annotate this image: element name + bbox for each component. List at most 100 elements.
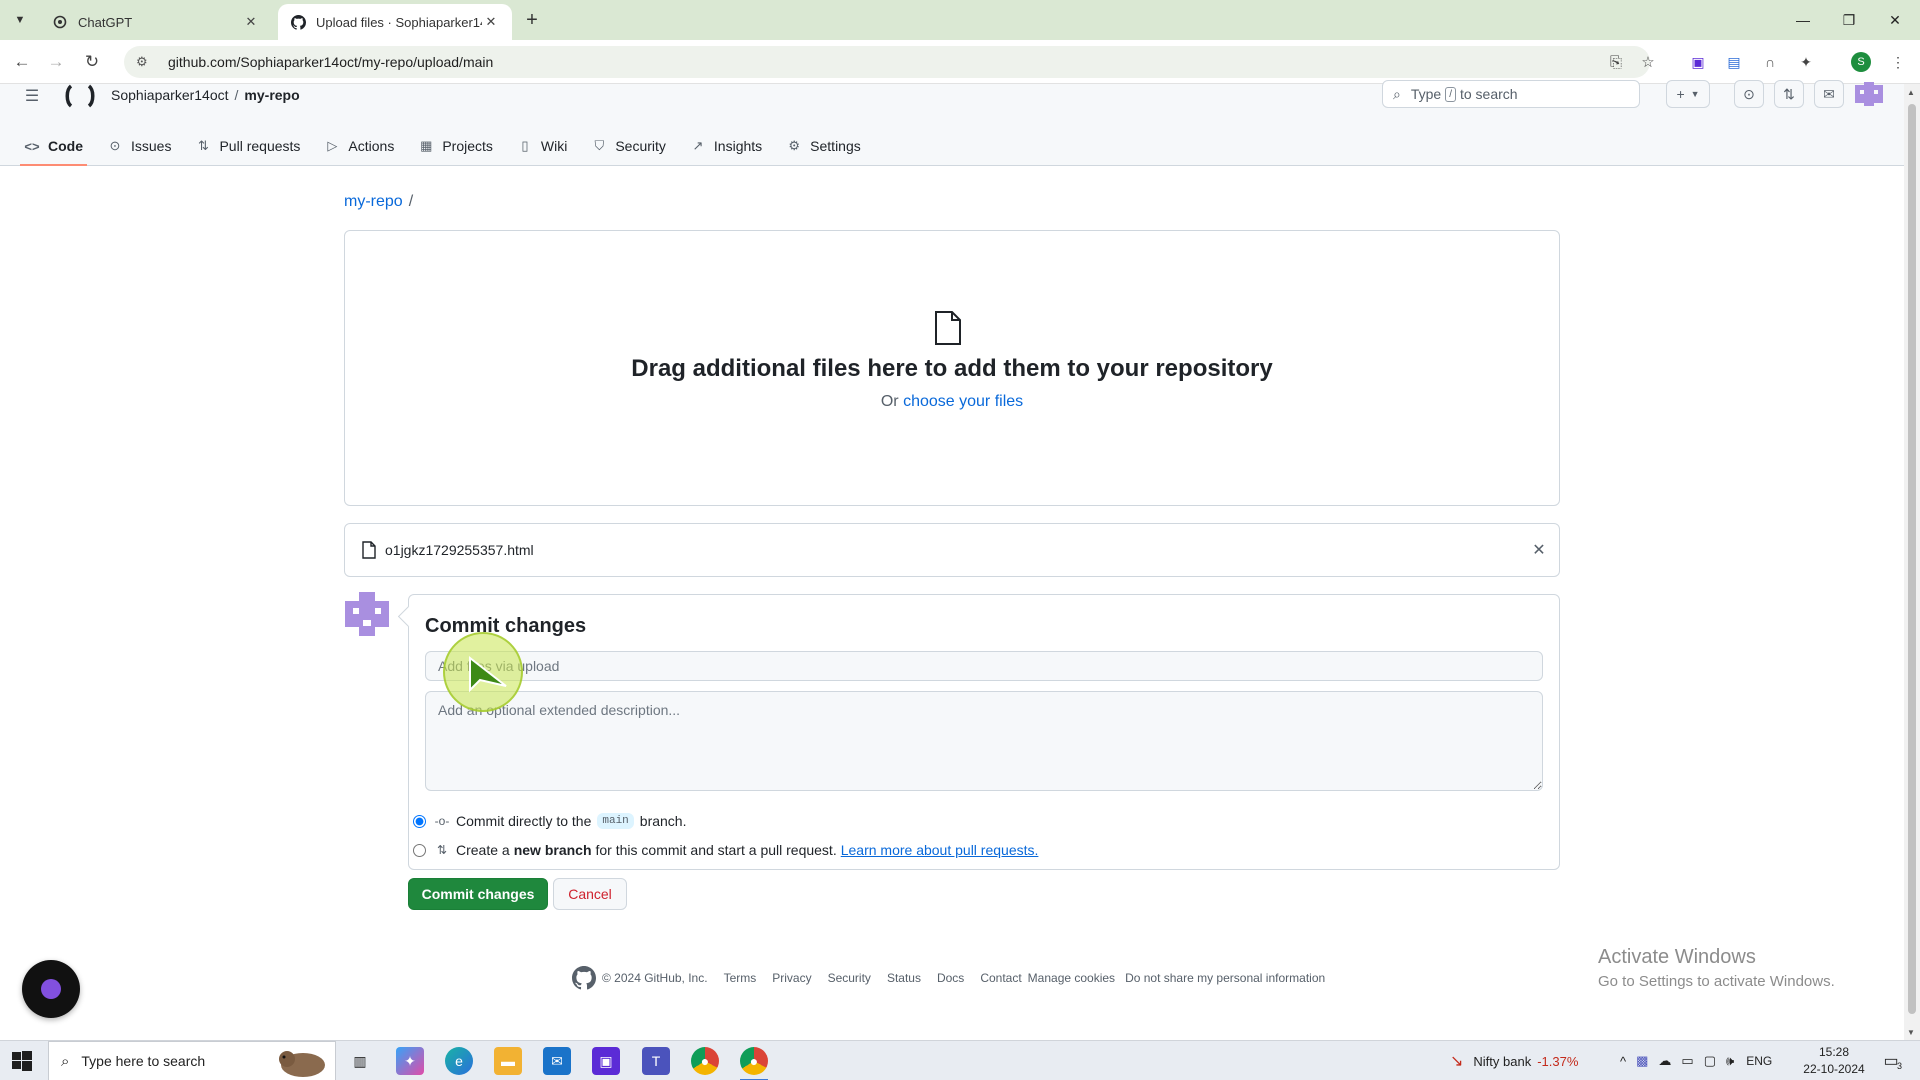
edge-browser-icon[interactable]: e: [445, 1047, 473, 1075]
hamburger-menu-icon[interactable]: ☰: [20, 86, 44, 106]
tab-settings[interactable]: ⚙ Settings: [774, 126, 873, 166]
committer-avatar: [345, 592, 389, 636]
github-search-input[interactable]: ⌕ Type / to search: [1382, 80, 1640, 108]
commit-direct-option[interactable]: -o- Commit directly to the main branch.: [413, 811, 686, 831]
commit-description-textarea[interactable]: [425, 691, 1543, 791]
learn-more-pull-requests-link[interactable]: Learn more about pull requests.: [841, 842, 1039, 858]
footer-link-security[interactable]: Security: [828, 971, 871, 985]
copilot-app-icon[interactable]: ✦: [396, 1047, 424, 1075]
taskbar-search-box[interactable]: ⌕ Type here to search: [48, 1041, 336, 1080]
browser-toolbar: ← → ↻ ⚙ github.com/Sophiaparker14oct/my-…: [0, 40, 1920, 84]
watermark-line-1: Activate Windows: [1598, 946, 1756, 968]
network-icon[interactable]: ▢: [1704, 1053, 1716, 1069]
new-branch-radio[interactable]: [413, 843, 426, 857]
volume-icon[interactable]: 🕪: [1726, 1053, 1734, 1069]
scroll-up-arrow-icon[interactable]: ▲: [1907, 88, 1915, 97]
scrollbar-thumb[interactable]: [1908, 104, 1916, 1014]
extension-icon[interactable]: ▣: [1686, 50, 1710, 74]
minimize-window-icon[interactable]: —: [1780, 0, 1826, 40]
extensions-puzzle-icon[interactable]: ✦: [1794, 50, 1818, 74]
chrome-browser-active-icon[interactable]: ●: [740, 1047, 768, 1075]
footer-link-manage-cookies[interactable]: Manage cookies: [1028, 971, 1115, 985]
issues-shortcut-button[interactable]: ⊙: [1734, 80, 1764, 108]
pinned-app-icon[interactable]: ▣: [592, 1047, 620, 1075]
commit-changes-button[interactable]: Commit changes: [408, 878, 548, 910]
user-avatar[interactable]: [1855, 82, 1883, 106]
pull-requests-shortcut-button[interactable]: ⇅: [1774, 80, 1804, 108]
file-explorer-icon[interactable]: ▬: [494, 1047, 522, 1075]
task-view-icon[interactable]: ▥: [346, 1047, 374, 1075]
github-mark-icon: [572, 966, 596, 990]
browser-menu-icon[interactable]: ⋮: [1886, 50, 1910, 74]
onedrive-cloud-icon[interactable]: ☁: [1658, 1053, 1671, 1069]
scroll-down-arrow-icon[interactable]: ▼: [1907, 1028, 1915, 1037]
device-icon[interactable]: ▭: [1681, 1053, 1693, 1069]
github-logo-icon[interactable]: [64, 84, 96, 108]
tab-pull-requests[interactable]: ⇅ Pull requests: [183, 126, 312, 166]
close-tab-icon[interactable]: ✕: [242, 13, 260, 31]
browser-tab-github-upload[interactable]: Upload files · Sophiaparker14oct ✕: [278, 4, 512, 40]
clock-date: 22-10-2024: [1803, 1062, 1865, 1076]
new-tab-plus-icon[interactable]: +: [520, 8, 544, 32]
forward-arrow-icon[interactable]: →: [44, 50, 68, 74]
teams-tray-icon[interactable]: ▩: [1636, 1053, 1648, 1069]
extension-icon[interactable]: ▤: [1722, 50, 1746, 74]
system-tray: ^ ▩ ☁ ▭ ▢ 🕪 ENG: [1620, 1041, 1772, 1080]
footer-link-privacy[interactable]: Privacy: [772, 971, 811, 985]
chatgpt-icon: [52, 14, 68, 30]
close-window-icon[interactable]: ✕: [1872, 0, 1918, 40]
inbox-button[interactable]: ✉: [1814, 80, 1844, 108]
remove-file-icon[interactable]: ✕: [1519, 540, 1559, 560]
assistant-floating-button[interactable]: [22, 960, 80, 1018]
footer-link-do-not-share[interactable]: Do not share my personal information: [1125, 971, 1325, 985]
tab-insights[interactable]: ↗ Insights: [678, 126, 774, 166]
mail-app-icon[interactable]: ✉: [543, 1047, 571, 1075]
choose-files-link[interactable]: choose your files: [903, 393, 1023, 410]
restore-window-icon[interactable]: ❐: [1826, 0, 1872, 40]
create-new-button[interactable]: + ▼: [1666, 80, 1710, 108]
commit-direct-radio[interactable]: [413, 814, 426, 828]
tab-search-chevron-icon[interactable]: ▼: [8, 8, 32, 32]
tab-wiki[interactable]: ▯ Wiki: [505, 126, 579, 166]
repo-breadcrumb-link[interactable]: my-repo: [344, 193, 403, 210]
address-bar[interactable]: ⚙ github.com/Sophiaparker14oct/my-repo/u…: [124, 46, 1650, 78]
browser-tab-chatgpt[interactable]: ChatGPT ✕: [40, 4, 272, 40]
extension-icon[interactable]: ∩: [1758, 50, 1782, 74]
tray-overflow-chevron-icon[interactable]: ^: [1620, 1054, 1626, 1069]
close-tab-icon[interactable]: ✕: [482, 13, 500, 31]
input-language[interactable]: ENG: [1746, 1054, 1772, 1068]
tab-label: Issues: [131, 138, 172, 154]
site-info-icon[interactable]: ⚙: [136, 54, 156, 70]
tab-issues[interactable]: ⊙ Issues: [95, 126, 183, 166]
tab-code[interactable]: <> Code: [12, 126, 95, 166]
taskbar-search-placeholder: Type here to search: [81, 1053, 206, 1069]
owner-link[interactable]: Sophiaparker14oct: [111, 87, 229, 103]
chrome-browser-icon[interactable]: ●: [691, 1047, 719, 1075]
play-icon: ▷: [327, 138, 338, 153]
bookmark-star-icon[interactable]: ☆: [1636, 50, 1660, 74]
back-arrow-icon[interactable]: ←: [10, 50, 34, 74]
footer-link-terms[interactable]: Terms: [724, 971, 757, 985]
cancel-button[interactable]: Cancel: [553, 878, 627, 910]
tab-security[interactable]: ⛉ Security: [579, 126, 678, 166]
stock-ticker-widget[interactable]: ↘ Nifty bank -1.37%: [1450, 1041, 1578, 1080]
windows-start-icon[interactable]: [12, 1051, 32, 1071]
page-scrollbar[interactable]: ▲ ▼: [1904, 84, 1920, 1040]
teams-app-icon[interactable]: T: [642, 1047, 670, 1075]
install-app-icon[interactable]: ⎘: [1604, 50, 1628, 74]
notifications-icon[interactable]: ▭ 3: [1878, 1049, 1904, 1073]
taskbar-clock[interactable]: 15:28 22-10-2024: [1796, 1044, 1872, 1078]
code-icon: <>: [24, 138, 40, 154]
repo-link[interactable]: my-repo: [244, 87, 299, 103]
footer-link-status[interactable]: Status: [887, 971, 921, 985]
new-branch-option[interactable]: ⇅ Create a new branch for this commit an…: [413, 840, 1038, 860]
file-drop-zone[interactable]: Drag additional files here to add them t…: [344, 230, 1560, 506]
tab-actions[interactable]: ▷ Actions: [312, 126, 406, 166]
profile-avatar[interactable]: S: [1851, 52, 1871, 72]
tab-projects[interactable]: ▦ Projects: [406, 126, 505, 166]
uploaded-file-name: o1jgkz1729255357.html: [385, 542, 534, 558]
commit-summary-input[interactable]: [425, 651, 1543, 681]
reload-icon[interactable]: ↻: [80, 50, 104, 74]
footer-link-docs[interactable]: Docs: [937, 971, 964, 985]
footer-link-contact[interactable]: Contact: [980, 971, 1021, 985]
